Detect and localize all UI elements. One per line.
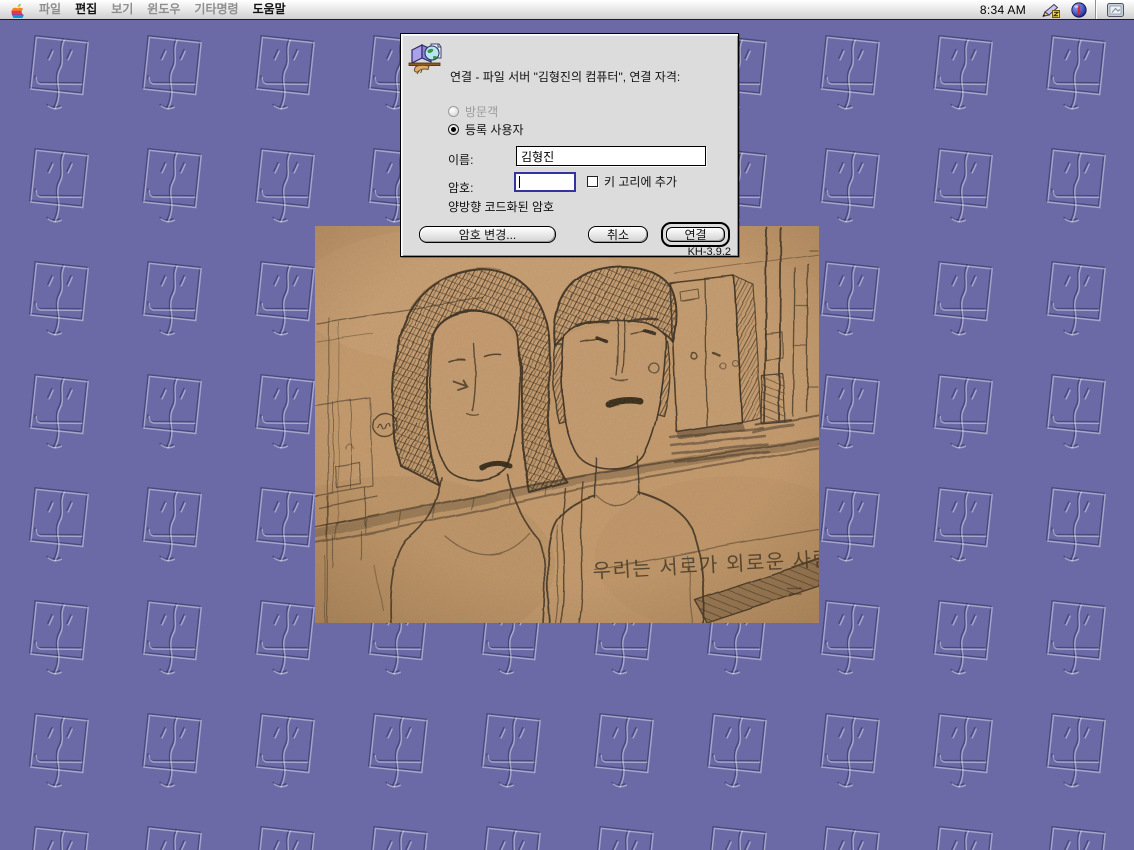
password-label: 암호:: [448, 179, 473, 196]
menu-bar-right: 8:34 AM: [980, 0, 1134, 19]
menu-item-edit[interactable]: 편집: [68, 0, 104, 19]
menu-item-other-commands[interactable]: 기타명령: [187, 0, 245, 19]
connect-button[interactable]: 연결: [666, 227, 725, 242]
file-server-icon: [407, 42, 443, 76]
input-method-pencil-icon[interactable]: [1041, 0, 1061, 19]
menu-bar: 파일 편집 보기 윈도우 기타명령 도움말 8:34 AM: [0, 0, 1134, 20]
password-input[interactable]: [516, 174, 574, 190]
default-button-ring: 연결: [661, 222, 730, 247]
name-label: 이름:: [448, 151, 473, 168]
blue-sphere-status-icon[interactable]: [1071, 0, 1087, 19]
cancel-button[interactable]: 취소: [588, 226, 648, 243]
dialog-title: 연결 - 파일 서버 "김형진의 컴퓨터", 연결 자격:: [450, 70, 732, 85]
apple-menu[interactable]: [0, 0, 32, 19]
change-password-button[interactable]: 암호 변경...: [419, 226, 556, 243]
application-menu-icon[interactable]: [1100, 0, 1130, 19]
radio-guest-label: 방문객: [465, 103, 498, 120]
radio-unselected-icon: [448, 106, 459, 117]
connect-dialog: 연결 - 파일 서버 "김형진의 컴퓨터", 연결 자격: 방문객 등록 사용자…: [400, 33, 739, 257]
desktop-picture: 우리는 서로가 외로운 사람들: [315, 226, 819, 623]
password-field-focus-ring: [514, 172, 576, 192]
password-encryption-note: 양방향 코드화된 암호: [448, 198, 554, 215]
apple-logo-icon: [9, 1, 24, 18]
keychain-checkbox-label: 키 고리에 추가: [604, 173, 677, 190]
name-input[interactable]: [516, 146, 706, 166]
checkbox-unchecked-icon[interactable]: [587, 176, 598, 187]
menu-bar-separator: [1095, 0, 1097, 19]
menu-item-view[interactable]: 보기: [104, 0, 140, 19]
version-label: KH-3.9.2: [688, 246, 731, 258]
radio-selected-icon: [448, 124, 459, 135]
menu-item-window[interactable]: 윈도우: [140, 0, 187, 19]
keychain-checkbox-row[interactable]: 키 고리에 추가: [587, 175, 677, 188]
radio-registered-user-label: 등록 사용자: [465, 121, 524, 138]
radio-guest[interactable]: 방문객: [448, 104, 498, 118]
radio-registered-user[interactable]: 등록 사용자: [448, 122, 524, 136]
menu-item-help[interactable]: 도움말: [246, 0, 293, 19]
menu-bar-clock[interactable]: 8:34 AM: [980, 3, 1036, 17]
text-caret: [519, 176, 520, 188]
menu-item-file[interactable]: 파일: [32, 0, 68, 19]
